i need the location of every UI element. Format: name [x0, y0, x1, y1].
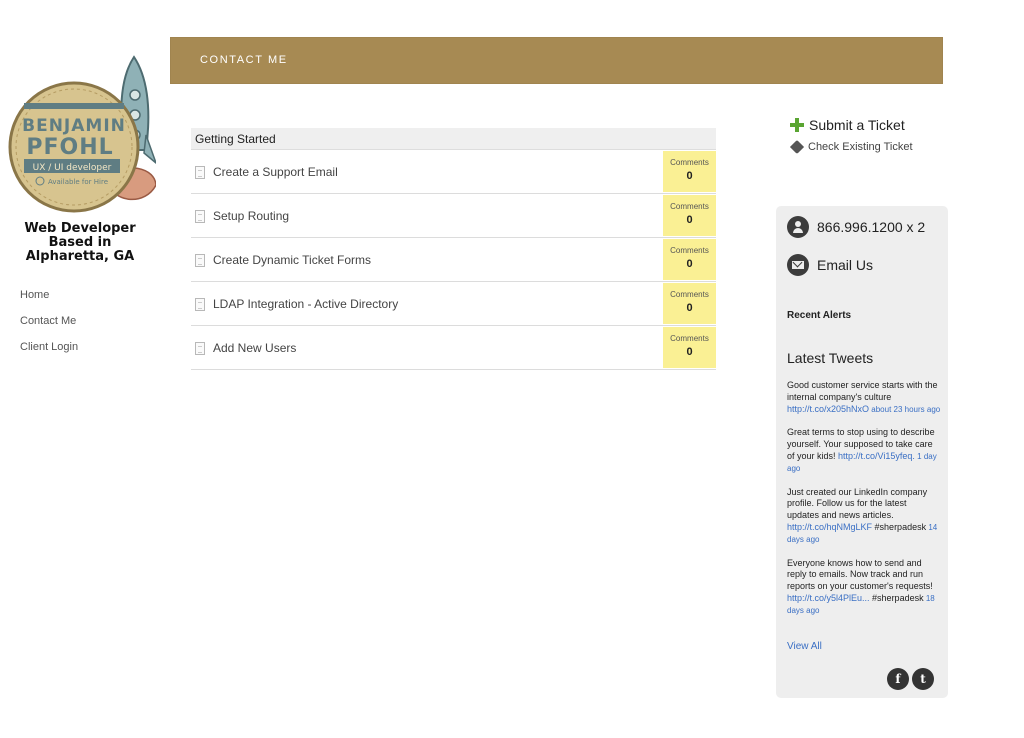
document-icon [195, 298, 205, 311]
facebook-icon[interactable]: f [887, 668, 909, 690]
left-nav: Home Contact Me Client Login [20, 288, 160, 366]
site-tagline: Web Developer Based in Alpharetta, GA [10, 222, 150, 264]
comments-count: 0 [686, 346, 693, 358]
document-icon [195, 210, 205, 223]
plus-icon [790, 118, 804, 132]
list-item: Great terms to stop using to describe yo… [787, 427, 941, 474]
table-row[interactable]: Setup Routing Comments 0 [191, 194, 716, 238]
comments-label: Comments [670, 202, 709, 211]
comments-count: 0 [686, 214, 693, 226]
email-us-link[interactable]: Email Us [787, 254, 873, 276]
topic-title[interactable]: Setup Routing [213, 209, 289, 223]
document-icon [195, 254, 205, 267]
submit-ticket-label[interactable]: Submit a Ticket [809, 117, 905, 133]
list-item: Everyone knows how to send and reply to … [787, 558, 941, 617]
tagline-line1: Web Developer [24, 221, 136, 236]
document-icon [195, 166, 205, 179]
tweet-link[interactable]: http://t.co/x205hNxO [787, 404, 869, 414]
tweet-link[interactable]: http://t.co/y5l4PlEu... [787, 593, 870, 603]
topic-title[interactable]: Create a Support Email [213, 165, 338, 179]
page-banner: CONTACT ME [170, 37, 943, 84]
nav-item-contact-me[interactable]: Contact Me [20, 314, 160, 340]
logo-role: UX / UI developer [33, 163, 112, 173]
tweets-list: Good customer service starts with the in… [787, 380, 941, 629]
view-all-link[interactable]: View All [787, 641, 822, 652]
tagline-line3: Alpharetta, GA [25, 249, 135, 264]
topic-title[interactable]: Add New Users [213, 341, 296, 355]
comments-count: 0 [686, 302, 693, 314]
comments-badge: Comments 0 [663, 283, 716, 324]
comments-badge: Comments 0 [663, 327, 716, 368]
comments-count: 0 [686, 170, 693, 182]
table-row[interactable]: Create a Support Email Comments 0 [191, 150, 716, 194]
side-panel: 866.996.1200 x 2 Email Us Recent Alerts … [776, 206, 948, 698]
table-row[interactable]: Add New Users Comments 0 [191, 326, 716, 370]
tweet-text: Just created our LinkedIn company profil… [787, 486, 928, 521]
tweet-hashtag: #sherpadesk [872, 521, 927, 532]
logo-availability: Available for Hire [48, 178, 108, 186]
topic-title[interactable]: Create Dynamic Ticket Forms [213, 253, 371, 267]
list-item: Just created our LinkedIn company profil… [787, 487, 941, 546]
table-row[interactable]: Create Dynamic Ticket Forms Comments 0 [191, 238, 716, 282]
tweet-text: Good customer service starts with the in… [787, 380, 938, 402]
topic-title[interactable]: LDAP Integration - Active Directory [213, 297, 398, 311]
document-icon [195, 342, 205, 355]
tweet-link[interactable]: http://t.co/Vi15yfeq. [838, 451, 915, 461]
table-row[interactable]: LDAP Integration - Active Directory Comm… [191, 282, 716, 326]
page-title: CONTACT ME [200, 54, 288, 66]
comments-label: Comments [670, 246, 709, 255]
check-ticket-link[interactable]: Check Existing Ticket [789, 139, 940, 155]
submit-ticket-link[interactable]: Submit a Ticket [790, 115, 940, 135]
phone-number: 866.996.1200 x 2 [817, 219, 926, 235]
tweet-time[interactable]: about 23 hours ago [869, 405, 940, 414]
nav-item-client-login[interactable]: Client Login [20, 340, 160, 366]
ticket-actions: Submit a Ticket Check Existing Ticket [789, 115, 940, 155]
email-us-label[interactable]: Email Us [817, 257, 873, 273]
person-icon [787, 216, 809, 238]
comments-badge: Comments 0 [663, 239, 716, 280]
tweet-hashtag: #sherpadesk [869, 592, 924, 603]
social-links: f t [887, 668, 934, 690]
topics-table: Getting Started Create a Support Email C… [191, 128, 716, 370]
site-logo[interactable]: BENJAMIN PFOHL UX / UI developer Availab… [6, 55, 156, 215]
recent-alerts-heading: Recent Alerts [787, 310, 852, 321]
comments-badge: Comments 0 [663, 151, 716, 192]
comments-badge: Comments 0 [663, 195, 716, 236]
phone-line: 866.996.1200 x 2 [787, 216, 925, 238]
tweet-link[interactable]: http://t.co/hqNMgLKF [787, 522, 872, 532]
check-ticket-label[interactable]: Check Existing Ticket [808, 141, 913, 153]
list-item: Good customer service starts with the in… [787, 380, 941, 415]
logo-name-line2: PFOHL [26, 135, 113, 160]
twitter-icon[interactable]: t [912, 668, 934, 690]
latest-tweets-heading: Latest Tweets [787, 350, 874, 366]
topics-header: Getting Started [191, 128, 716, 150]
comments-label: Comments [670, 158, 709, 167]
logo-name-line1: BENJAMIN [22, 116, 126, 136]
comments-label: Comments [670, 334, 709, 343]
nav-item-home[interactable]: Home [20, 288, 160, 314]
tagline-line2: Based in [48, 235, 112, 250]
mail-icon [787, 254, 809, 276]
tag-icon [789, 139, 805, 155]
comments-count: 0 [686, 258, 693, 270]
comments-label: Comments [670, 290, 709, 299]
tweet-text: Everyone knows how to send and reply to … [787, 557, 933, 592]
